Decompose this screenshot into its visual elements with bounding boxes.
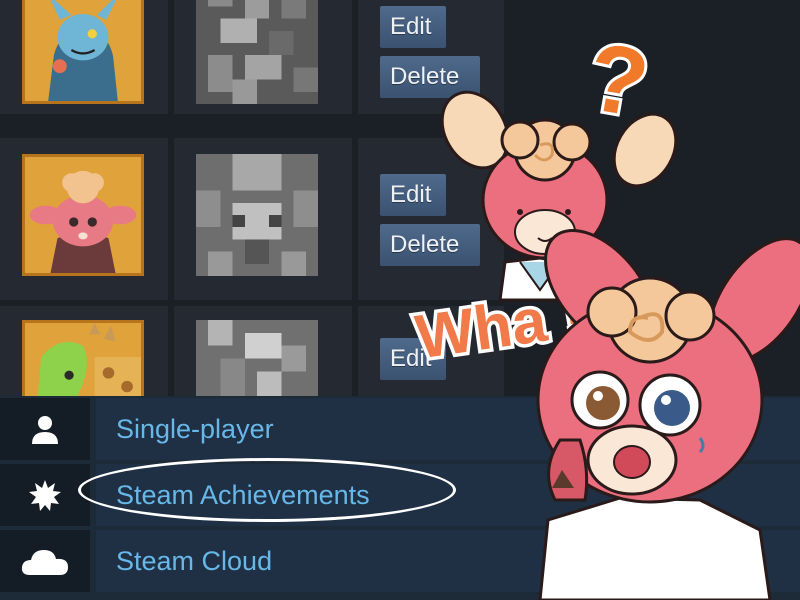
- achievement-icon-locked[interactable]: [196, 0, 318, 104]
- game-features-list: Single-player Steam Achievements Steam C…: [0, 396, 800, 600]
- unlocked-image-cell: [0, 0, 168, 114]
- edit-button[interactable]: Edit: [380, 6, 446, 48]
- achievement-row: Edit Delete: [0, 138, 510, 302]
- achievement-icon-locked[interactable]: [196, 154, 318, 276]
- feature-label: Steam Cloud: [116, 546, 273, 576]
- feature-single-player[interactable]: Single-player: [0, 398, 800, 460]
- delete-button[interactable]: Delete: [380, 224, 480, 266]
- feature-steam-achievements[interactable]: Steam Achievements: [0, 464, 800, 526]
- edit-button[interactable]: Edit: [380, 338, 446, 380]
- delete-button[interactable]: Delete: [380, 56, 480, 98]
- person-icon: [0, 398, 90, 460]
- feature-label: Steam Achievements: [116, 480, 370, 510]
- starburst-icon: [0, 464, 90, 526]
- feature-steam-cloud[interactable]: Steam Cloud: [0, 530, 800, 592]
- unlocked-image-cell: [0, 138, 168, 300]
- feature-label: Single-player: [116, 414, 274, 444]
- locked-image-cell: [174, 138, 352, 300]
- feature-label-cell: Single-player: [96, 398, 800, 460]
- feature-label-cell: Steam Achievements: [96, 464, 800, 526]
- achievement-row: Edit Delete: [0, 0, 510, 134]
- cloud-icon: [0, 530, 90, 592]
- achievement-icon-unlocked[interactable]: [22, 0, 144, 104]
- locked-image-cell: [174, 306, 352, 410]
- unlocked-image-cell: [0, 306, 168, 410]
- locked-image-cell: [174, 0, 352, 114]
- actions-cell: [358, 138, 504, 300]
- feature-label-cell: Steam Cloud: [96, 530, 800, 592]
- achievement-image-grid: Edit Delete Edit Delete Edit: [0, 0, 800, 410]
- achievement-icon-unlocked[interactable]: [22, 154, 144, 276]
- edit-button[interactable]: Edit: [380, 174, 446, 216]
